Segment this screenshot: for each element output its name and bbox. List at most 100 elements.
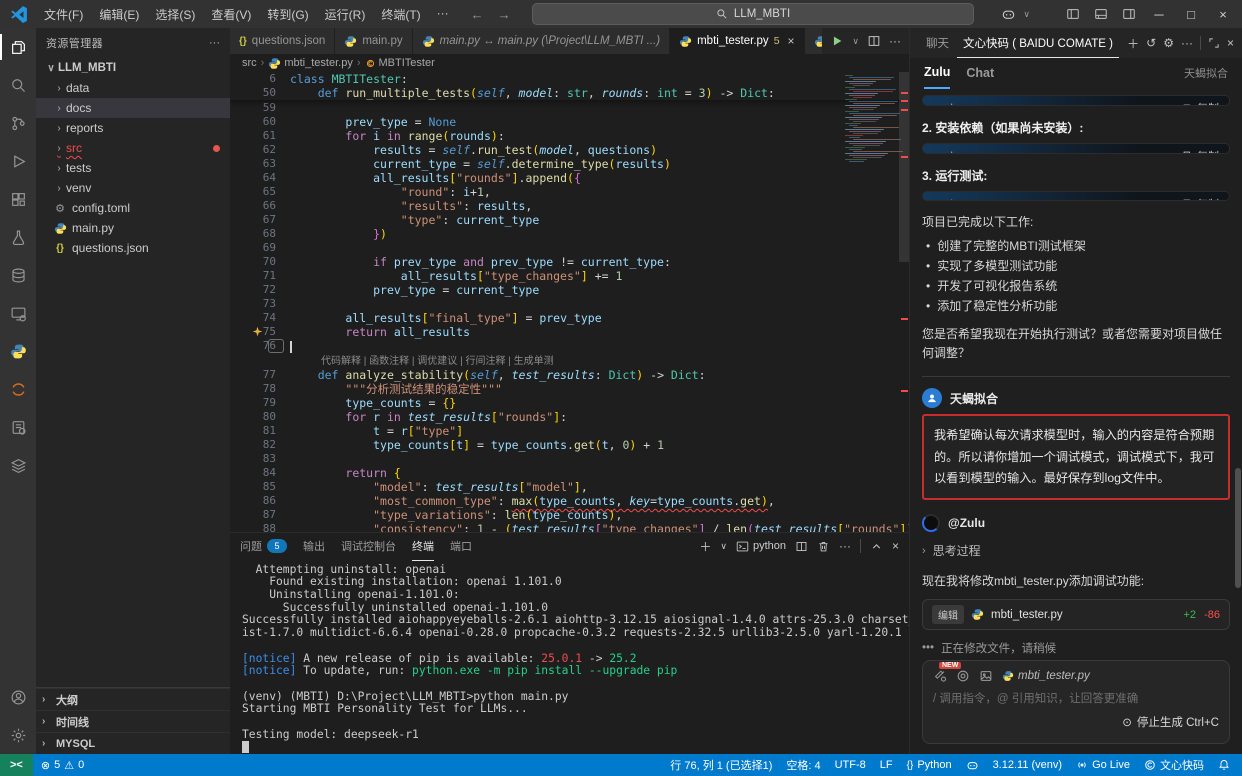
editor-tab[interactable]: main.py [335,28,412,54]
chat-scrollbar[interactable] [1235,468,1241,588]
chat-input-box[interactable]: NEW mbti_tester.py [922,660,1230,744]
section-MYSQL[interactable]: ›MYSQL [36,732,230,754]
copilot-icon[interactable] [995,2,1021,26]
editor-tab[interactable]: main.py ↔ main.py (\Project\LLM_MBTI ...… [413,28,670,54]
tree-item-data[interactable]: ›data [36,78,230,98]
tab-chat[interactable]: Chat [966,58,994,88]
toggle-sidebar-icon[interactable] [1060,2,1086,26]
run-dropdown-icon[interactable]: ∨ [852,36,859,47]
more-actions-icon[interactable]: ··· [209,37,220,49]
breadcrumb-item[interactable]: MBTITester [365,57,435,69]
activity-database[interactable] [0,256,36,294]
tree-item-src[interactable]: ›src [36,138,230,158]
status-item[interactable]: UTF-8 [835,759,866,771]
activity-layers[interactable] [0,446,36,484]
file-edit-card[interactable]: 编辑 mbti_tester.py +2 -86 [922,599,1230,630]
copy-button[interactable]: 复制 [1182,196,1219,202]
run-python-file-icon[interactable] [830,34,844,48]
close-tab-icon[interactable]: × [788,34,795,48]
activity-explorer[interactable] [0,28,36,66]
tree-item-reports[interactable]: ›reports [36,118,230,138]
kill-terminal-icon[interactable] [817,540,830,553]
editor-tab[interactable]: report_generator.py [805,28,823,54]
menu-item[interactable]: ··· [429,2,457,27]
panel-tab-调试控制台[interactable]: 调试控制台 [341,533,396,561]
activity-notebook[interactable] [0,408,36,446]
menu-item[interactable]: 转到(G) [259,2,316,27]
status-item[interactable]: {}Python [907,759,952,771]
activity-remote-explorer[interactable] [0,294,36,332]
status-item[interactable]: 3.12.11 (venv) [993,759,1063,771]
status-item[interactable] [1218,759,1230,771]
new-terminal-icon[interactable]: ＋ [699,538,711,555]
terminal-dropdown-icon[interactable]: ∨ [720,541,727,552]
activity-account[interactable] [0,678,36,716]
tree-item-tests[interactable]: ›tests [36,158,230,178]
close-icon[interactable]: × [1227,36,1234,50]
minimap[interactable] [845,75,899,169]
chat-tab-inactive[interactable]: 聊天 [918,35,957,51]
status-item[interactable]: Go Live [1076,759,1130,771]
tree-root[interactable]: ∨LLM_MBTI [36,58,230,78]
back-arrow-icon[interactable]: ← [471,7,484,22]
copy-button[interactable]: 复制 [1182,100,1219,106]
tree-item-questions-json[interactable]: {}questions.json [36,238,230,258]
editor-tab[interactable]: {}questions.json [230,28,335,54]
minimize-button[interactable]: ─ [1144,0,1174,28]
stop-generating-button[interactable]: ⊙ 停止生成 Ctrl+C [933,714,1219,730]
search-input[interactable]: LLM_MBTI [532,3,974,25]
panel-tab-端口[interactable]: 端口 [450,533,472,561]
breadcrumb-item[interactable]: mbti_tester.py [268,57,352,70]
menu-item[interactable]: 运行(R) [317,2,374,27]
new-chat-icon[interactable]: ＋ [1127,35,1139,52]
activity-jupyter[interactable] [0,370,36,408]
history-icon[interactable]: ↺ [1146,36,1156,50]
status-item[interactable]: 空格: 4 [786,757,820,773]
chat-tab-active[interactable]: 文心快码 ( BAIDU COMATE ) [957,29,1119,58]
menu-item[interactable]: 选择(S) [147,2,203,27]
activity-extensions[interactable] [0,180,36,218]
more-actions-icon[interactable]: ··· [1181,36,1193,50]
sparkle-icon[interactable] [252,326,263,337]
breadcrumb-item[interactable]: src [242,57,257,69]
activity-testing[interactable] [0,218,36,256]
more-actions-icon[interactable]: ··· [889,34,901,48]
copy-button[interactable]: 复制 [1182,148,1219,154]
status-item[interactable] [966,759,979,772]
tree-item-config-toml[interactable]: ⚙config.toml [36,198,230,218]
inline-chat-button[interactable] [268,339,284,353]
chat-input-placeholder[interactable]: / 调用指令，@ 引用知识，让回答更准确 [933,690,1219,706]
menu-item[interactable]: 终端(T) [373,2,428,27]
mention-icon[interactable] [956,669,970,683]
split-editor-icon[interactable] [867,34,881,48]
terminal-output[interactable]: Attempting uninstall: openai Found exist… [230,560,909,754]
more-actions-icon[interactable]: ··· [839,539,851,553]
activity-python[interactable] [0,332,36,370]
status-item[interactable]: LF [880,759,893,771]
activity-search[interactable] [0,66,36,104]
image-icon[interactable] [979,669,993,683]
context-file-chip[interactable]: mbti_tester.py [1002,670,1090,682]
section-大纲[interactable]: ›大纲 [36,688,230,710]
panel-tab-终端[interactable]: 终端 [412,533,434,561]
activity-settings[interactable] [0,716,36,754]
panel-tab-输出[interactable]: 输出 [303,533,325,561]
remote-indicator[interactable]: >< [0,754,33,776]
split-terminal-icon[interactable] [795,540,808,553]
editor-tab[interactable]: mbti_tester.py5× [670,28,804,54]
toggle-panel-icon[interactable] [1088,2,1114,26]
agent-tools-icon[interactable]: NEW [933,669,947,683]
status-item[interactable]: 文心快码 [1144,757,1204,773]
code-editor[interactable]: 6class MBTITester:50 def run_multiple_te… [230,72,909,532]
panel-tab-问题[interactable]: 问题5 [240,533,287,561]
forward-arrow-icon[interactable]: → [498,7,511,22]
activity-source-control[interactable] [0,104,36,142]
tree-item-venv[interactable]: ›venv [36,178,230,198]
codelens-actions[interactable]: 代码解释 | 函数注释 | 调优建议 | 行间注释 | 生成单测 [290,356,554,367]
menu-item[interactable]: 编辑(E) [91,2,147,27]
activity-run-debug[interactable] [0,142,36,180]
close-panel-icon[interactable]: × [892,539,899,553]
problems-status[interactable]: ⊗5 ⚠0 [33,759,92,772]
menu-item[interactable]: 文件(F) [36,2,91,27]
menu-item[interactable]: 查看(V) [203,2,259,27]
